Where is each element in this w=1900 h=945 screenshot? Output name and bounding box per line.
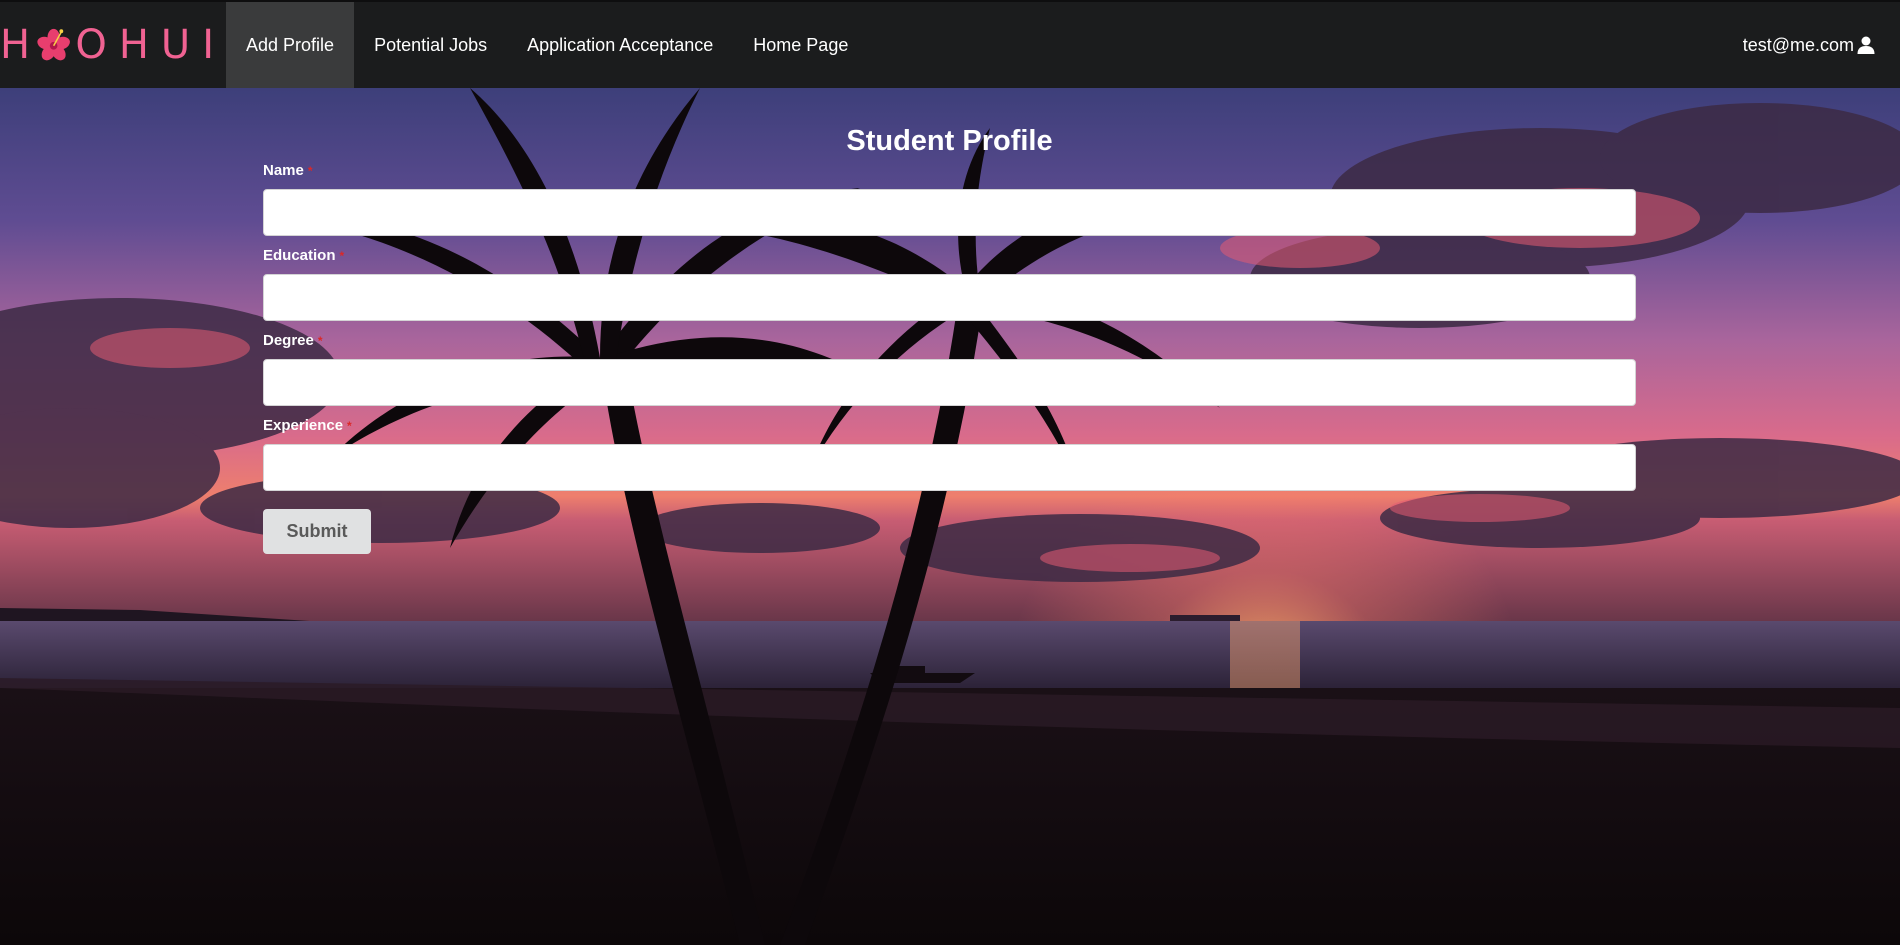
top-navbar: H OHUI Add Profile Potential Jobs Applic…: [0, 0, 1900, 88]
label-text: Name: [263, 162, 304, 179]
user-email: test@me.com: [1742, 34, 1854, 55]
field-name: Name *: [263, 161, 1636, 236]
experience-input[interactable]: [263, 444, 1636, 491]
field-experience: Experience *: [263, 416, 1636, 491]
nav-potential-jobs[interactable]: Potential Jobs: [354, 2, 507, 88]
label-text: Degree: [263, 332, 314, 349]
label-text: Education: [263, 247, 336, 264]
required-mark: *: [317, 334, 323, 348]
submit-button[interactable]: Submit: [263, 509, 371, 554]
field-label: Experience *: [263, 416, 1636, 436]
nav-add-profile[interactable]: Add Profile: [226, 2, 355, 88]
page-title: Student Profile: [846, 125, 1053, 157]
field-label: Degree *: [263, 331, 1636, 351]
name-input[interactable]: [263, 189, 1636, 236]
required-mark: *: [347, 419, 352, 433]
logo-text-right: OHUI: [75, 22, 226, 68]
required-mark: *: [339, 249, 345, 263]
field-degree: Degree *: [263, 331, 1636, 406]
label-text: Experience: [263, 417, 344, 434]
degree-input[interactable]: [263, 359, 1636, 406]
field-education: Education *: [263, 246, 1636, 321]
user-icon: [1857, 36, 1875, 54]
required-mark: *: [307, 164, 313, 178]
user-menu[interactable]: test@me.com: [1733, 2, 1900, 88]
field-label: Education *: [263, 246, 1636, 266]
hibiscus-icon: [37, 28, 70, 61]
student-profile-form: Student Profile Name * Education * Degree *…: [263, 88, 1636, 554]
education-input[interactable]: [263, 274, 1636, 321]
brand-logo[interactable]: H OHUI: [0, 2, 226, 88]
nav-home-page[interactable]: Home Page: [733, 2, 868, 88]
nav-application-acceptance[interactable]: Application Acceptance: [507, 2, 733, 88]
field-label: Name *: [263, 161, 1636, 181]
